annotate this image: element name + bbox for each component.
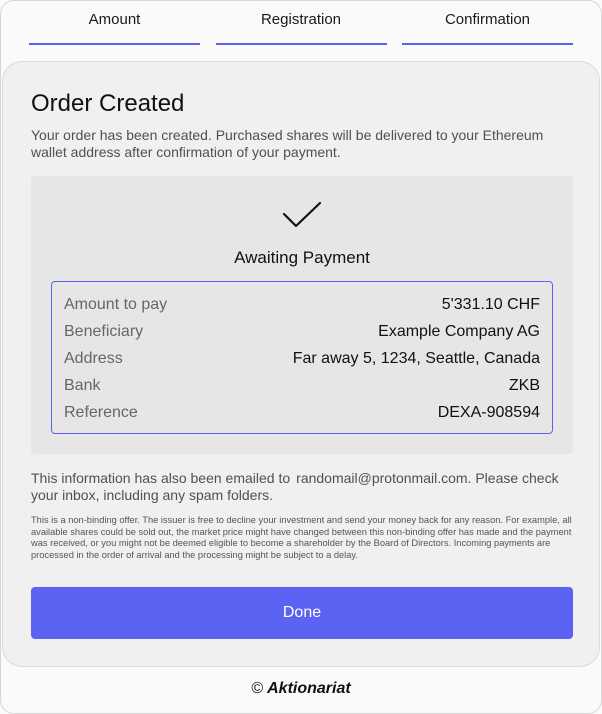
email-notice-before: This information has also been emailed t… xyxy=(31,470,291,486)
detail-label: Bank xyxy=(64,376,101,394)
payment-status: Awaiting Payment xyxy=(234,248,370,267)
detail-label: Amount to pay xyxy=(64,295,168,313)
payment-details: Amount to pay 5'331.10 CHF Beneficiary E… xyxy=(51,281,553,434)
detail-row-bank: Bank ZKB xyxy=(64,372,540,399)
detail-row-beneficiary: Beneficiary Example Company AG xyxy=(64,318,540,345)
payment-status-panel: Awaiting Payment Amount to pay 5'331.10 … xyxy=(31,176,573,454)
detail-value: DEXA-908594 xyxy=(437,403,540,421)
detail-value: Example Company AG xyxy=(378,322,540,340)
detail-row-amount: Amount to pay 5'331.10 CHF xyxy=(64,291,540,318)
email-notice: This information has also been emailed t… xyxy=(31,470,576,504)
detail-label: Address xyxy=(64,349,123,367)
detail-value: Far away 5, 1234, Seattle, Canada xyxy=(292,349,540,367)
checkmark-icon xyxy=(282,201,322,228)
detail-label: Beneficiary xyxy=(64,322,144,340)
footer: © Aktionariat xyxy=(0,680,602,698)
email-address: randomail@protonmail.com. xyxy=(296,470,472,486)
detail-value: 5'331.10 CHF xyxy=(441,295,540,313)
copyright-icon: © xyxy=(251,680,264,697)
detail-row-address: Address Far away 5, 1234, Seattle, Canad… xyxy=(64,345,540,372)
step-tabs: Amount Registration Confirmation xyxy=(29,0,573,45)
step-registration[interactable]: Registration xyxy=(215,0,387,45)
page-title: Order Created xyxy=(31,90,185,117)
step-confirmation[interactable]: Confirmation xyxy=(402,0,573,45)
order-intro-text: Your order has been created. Purchased s… xyxy=(31,127,544,160)
order-card: Order Created Your order has been create… xyxy=(2,61,600,667)
disclaimer-text: This is a non-binding offer. The issuer … xyxy=(31,515,572,560)
done-button[interactable]: Done xyxy=(31,587,573,639)
brand-logo: Aktionariat xyxy=(267,680,351,697)
step-amount[interactable]: Amount xyxy=(29,0,200,45)
detail-label: Reference xyxy=(64,403,138,421)
detail-value: ZKB xyxy=(508,376,540,394)
detail-row-reference: Reference DEXA-908594 xyxy=(64,399,540,426)
